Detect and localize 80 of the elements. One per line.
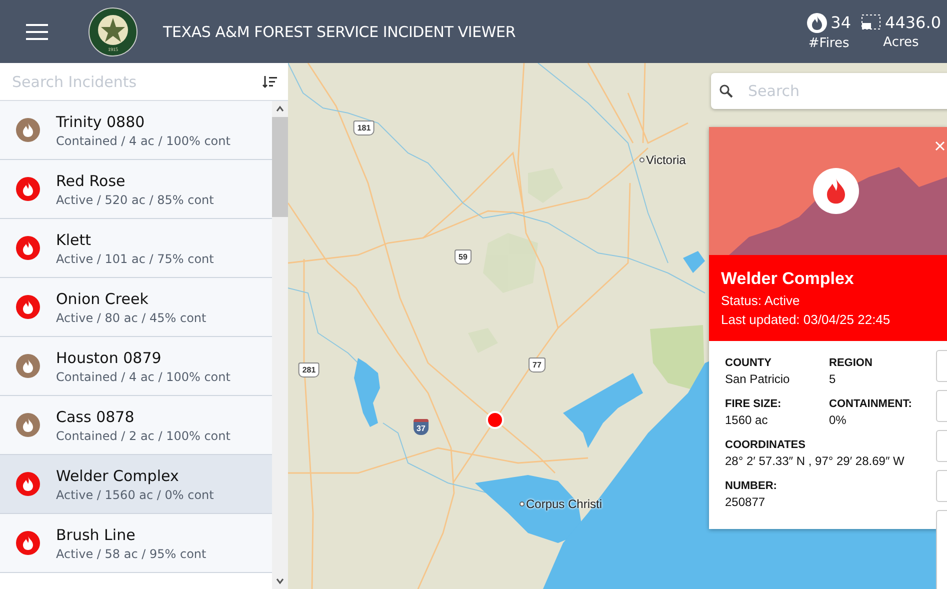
detail-value: 0%	[829, 413, 848, 427]
fire-location-marker[interactable]	[486, 411, 504, 429]
flame-icon	[813, 168, 859, 214]
sort-icon[interactable]	[262, 74, 278, 88]
incident-list-item[interactable]: Onion Creek Active / 80 ac / 45% cont	[0, 278, 272, 337]
interstate-shield: 37	[414, 419, 428, 435]
incident-list-item[interactable]: Klett Active / 101 ac / 75% cont	[0, 219, 272, 278]
seal-logo	[88, 6, 138, 56]
incident-list-item[interactable]: Cass 0878 Contained / 2 ac / 100% cont	[0, 396, 272, 455]
incident-name: Trinity 0880	[56, 112, 146, 130]
flame-icon	[16, 236, 40, 260]
incident-list-item[interactable]: Trinity 0880 Contained / 4 ac / 100% cont	[0, 101, 272, 160]
map-tool-button[interactable]	[936, 430, 947, 462]
scroll-up-icon[interactable]	[275, 105, 285, 113]
stat-label: #Fires	[808, 36, 850, 50]
incident-name: Onion Creek	[56, 290, 150, 308]
detail-label: NUMBER:	[725, 480, 777, 492]
city-label: Victoria	[646, 153, 686, 167]
flame-icon	[16, 472, 40, 496]
map-tool-button[interactable]	[936, 470, 947, 502]
area-icon	[861, 14, 882, 30]
incident-name: Welder Complex	[56, 466, 180, 484]
incident-summary: Contained / 2 ac / 100% cont	[56, 428, 230, 442]
detail-value: 250877	[725, 495, 766, 509]
incident-summary: Active / 101 ac / 75% cont	[56, 252, 214, 266]
close-icon[interactable]	[935, 141, 945, 151]
city-label: Corpus Christi	[526, 497, 602, 511]
highway-shield: 77	[528, 358, 546, 372]
incident-summary: Contained / 4 ac / 100% cont	[56, 370, 230, 384]
flame-icon	[16, 413, 40, 437]
city-dot-icon	[519, 501, 525, 507]
incident-list-item[interactable]: Red Rose Active / 520 ac / 85% cont	[0, 160, 272, 219]
incident-name: Klett	[56, 230, 92, 248]
detail-label: COORDINATES	[725, 439, 806, 451]
highway-shield: 181	[353, 120, 375, 136]
detail-value: San Patricio	[725, 372, 791, 386]
incident-list-item[interactable]: Brush Line Active / 58 ac / 95% cont	[0, 514, 272, 573]
incident-list-item[interactable]: Houston 0879 Contained / 4 ac / 100% cont	[0, 337, 272, 396]
detail-label: CONTAINMENT:	[829, 398, 913, 410]
incident-name: Houston 0879	[56, 348, 162, 366]
detail-value: 5	[829, 372, 837, 386]
incident-summary: Active / 1560 ac / 0% cont	[56, 488, 214, 502]
last-updated: Last updated: 03/04/25 22:45	[721, 312, 892, 327]
incident-name: Brush Line	[56, 526, 136, 544]
incident-summary: Active / 520 ac / 85% cont	[56, 192, 214, 206]
detail-value: 1560 ac	[725, 413, 769, 427]
map-tool-button[interactable]	[936, 390, 947, 422]
incident-list-item[interactable]: Welder Complex Active / 1560 ac / 0% cont	[0, 455, 272, 514]
incident-status: Status: Active	[721, 293, 801, 308]
incident-summary: Active / 58 ac / 95% cont	[56, 546, 206, 560]
city-dot-icon	[639, 157, 645, 163]
incident-summary: Active / 80 ac / 45% cont	[56, 310, 206, 324]
scrollbar-thumb[interactable]	[272, 117, 288, 217]
flame-icon	[16, 118, 40, 142]
app-title: TEXAS A&M FOREST SERVICE INCIDENT VIEWER	[163, 22, 516, 40]
incident-name: Red Rose	[56, 172, 126, 190]
stat-value: 4436.0	[885, 12, 941, 32]
flame-icon	[16, 177, 40, 201]
flame-icon	[16, 531, 40, 555]
detail-value: 28° 2′ 57.33″ N , 97° 29′ 28.69″ W	[725, 454, 904, 468]
incident-title: Welder Complex	[721, 269, 855, 289]
incident-name: Cass 0878	[56, 408, 136, 426]
zoom-control[interactable]	[936, 510, 947, 589]
incident-search-field[interactable]: Search Incidents	[12, 68, 262, 94]
scrollbar[interactable]	[272, 101, 288, 589]
highway-shield: 281	[298, 362, 320, 378]
stat-label: Acres	[883, 34, 919, 50]
map-search-field[interactable]: Search	[711, 73, 947, 109]
detail-label: REGION	[829, 357, 874, 369]
flame-icon	[806, 12, 827, 32]
flame-icon	[16, 354, 40, 378]
scroll-down-icon[interactable]	[275, 577, 285, 585]
highway-shield: 59	[454, 250, 472, 264]
detail-label: FIRE SIZE:	[725, 398, 782, 410]
flame-icon	[16, 295, 40, 319]
detail-label: COUNTY	[725, 357, 772, 369]
menu-icon[interactable]	[26, 24, 48, 40]
map-tool-button[interactable]	[936, 350, 947, 382]
stat-value: 34	[830, 13, 852, 32]
incident-summary: Contained / 4 ac / 100% cont	[56, 134, 230, 148]
